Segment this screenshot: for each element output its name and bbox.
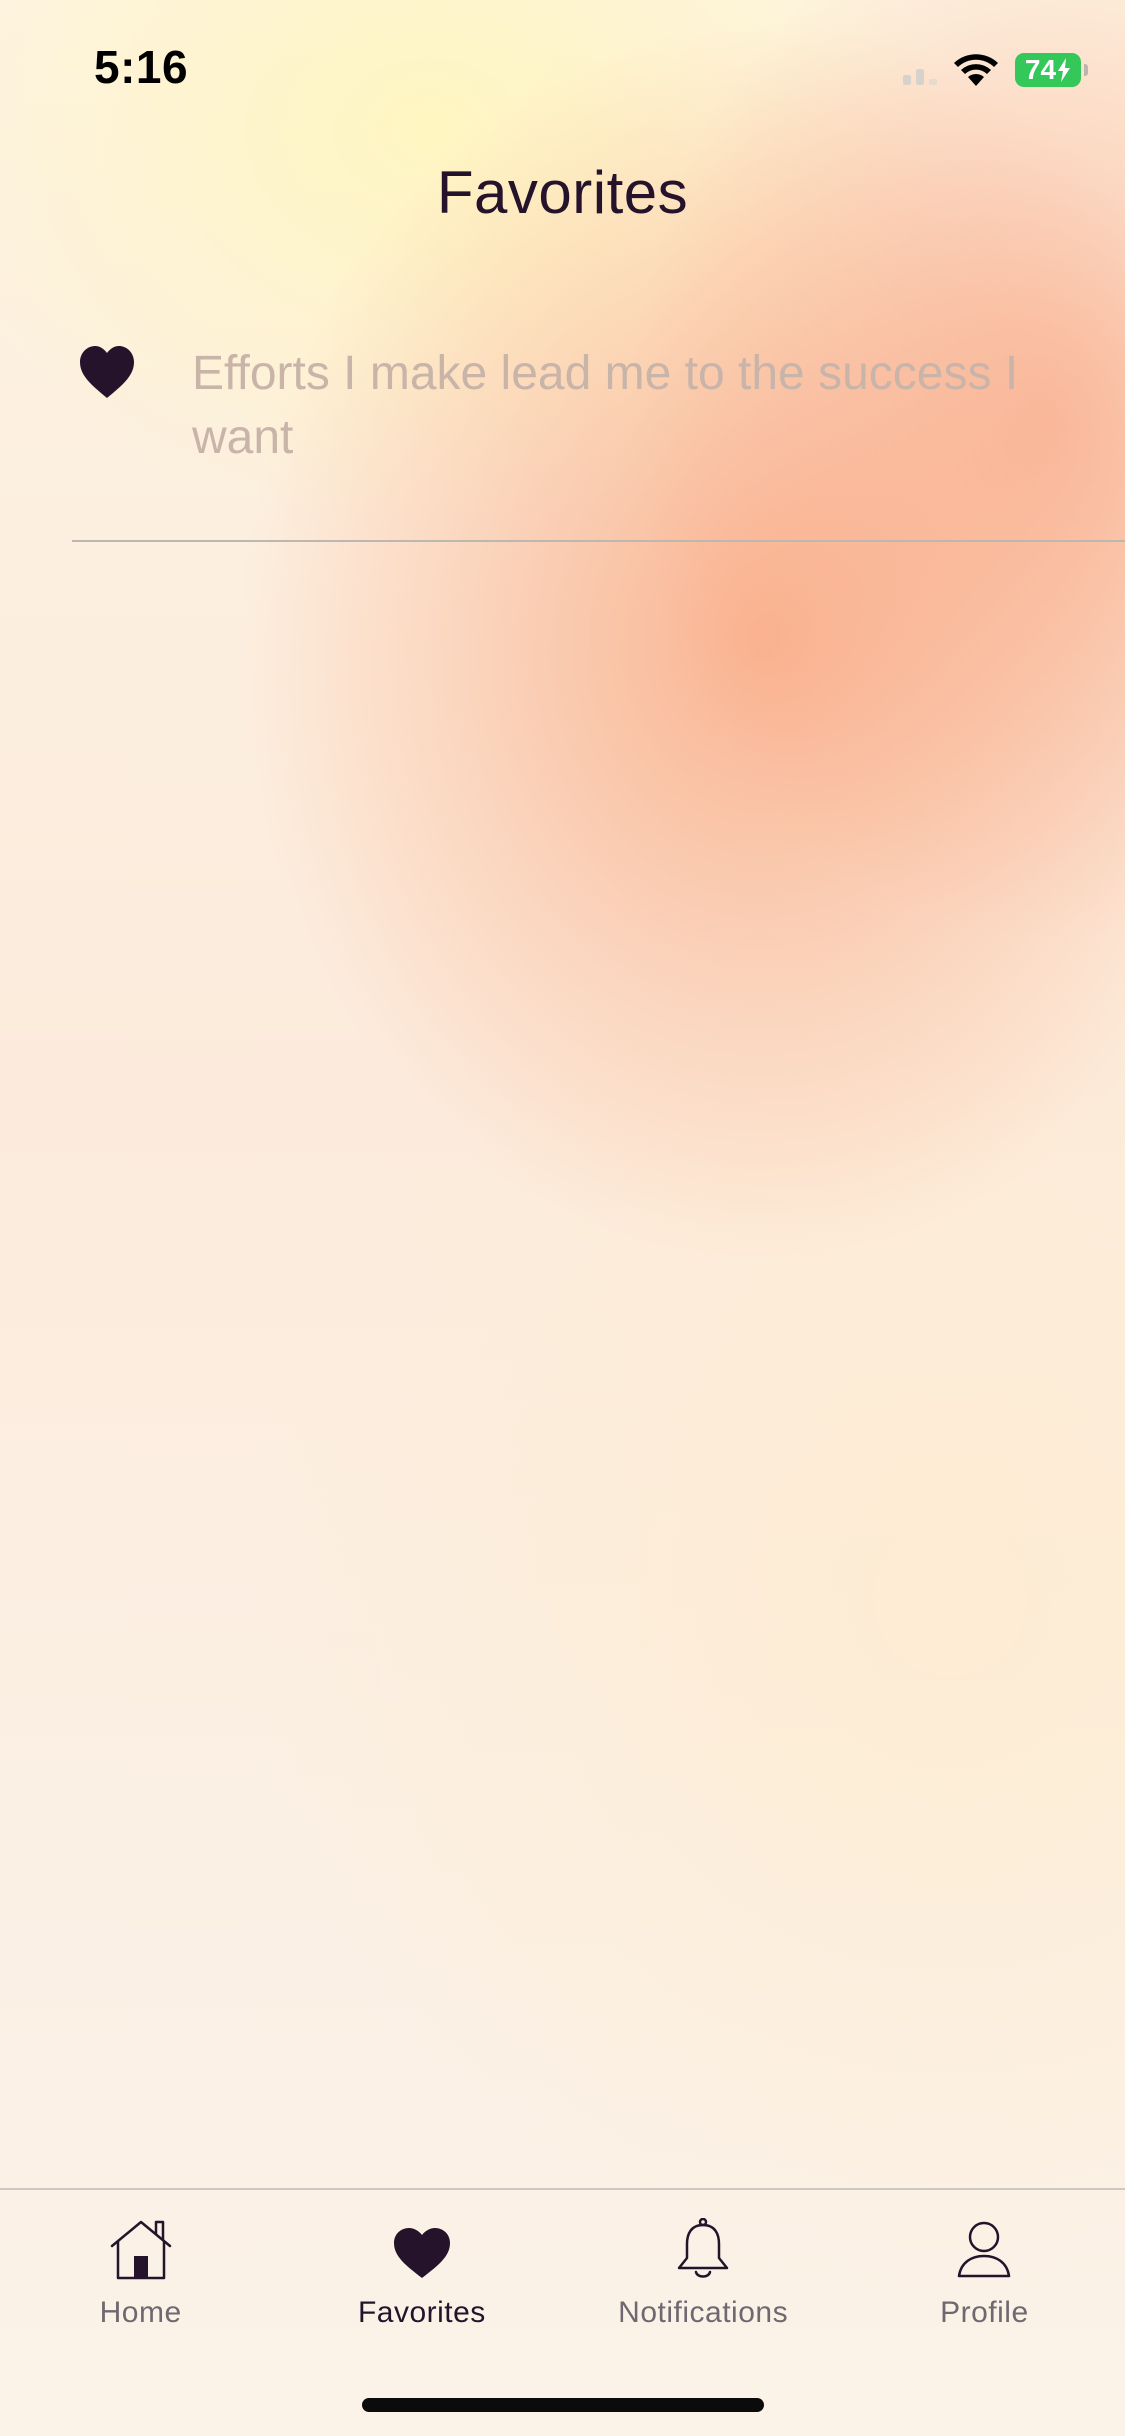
tab-favorites-label: Favorites [357, 2296, 486, 2329]
tab-home[interactable]: Home [0, 2190, 281, 2350]
wifi-icon [953, 53, 999, 87]
person-icon [956, 2214, 1012, 2280]
signal-icon [903, 55, 937, 85]
tab-profile[interactable]: Profile [844, 2190, 1125, 2350]
status-time: 5:16 [94, 41, 189, 93]
favorite-quote-text: Efforts I make lead me to the success I … [192, 347, 1019, 464]
tab-profile-label: Profile [940, 2296, 1029, 2329]
home-icon [108, 2214, 174, 2280]
status-icons: 74 [903, 50, 1088, 90]
tab-home-label: Home [99, 2296, 182, 2329]
status-bar: 5:16 74 [0, 0, 1125, 140]
page-title: Favorites [436, 159, 689, 226]
battery-charging-icon: 74 [1015, 53, 1088, 87]
battery-level: 74 [1024, 54, 1057, 85]
tab-notifications-label: Notifications [618, 2296, 789, 2329]
tab-favorites[interactable]: Favorites [281, 2190, 562, 2350]
bell-icon [675, 2214, 731, 2280]
favorite-item[interactable]: Efforts I make lead me to the success I … [72, 330, 1125, 542]
tab-notifications[interactable]: Notifications [563, 2190, 844, 2350]
home-indicator[interactable] [362, 2398, 764, 2412]
heart-filled-icon [392, 2214, 452, 2280]
charging-bolt-icon [1058, 58, 1071, 82]
heart-filled-icon[interactable] [78, 344, 136, 400]
